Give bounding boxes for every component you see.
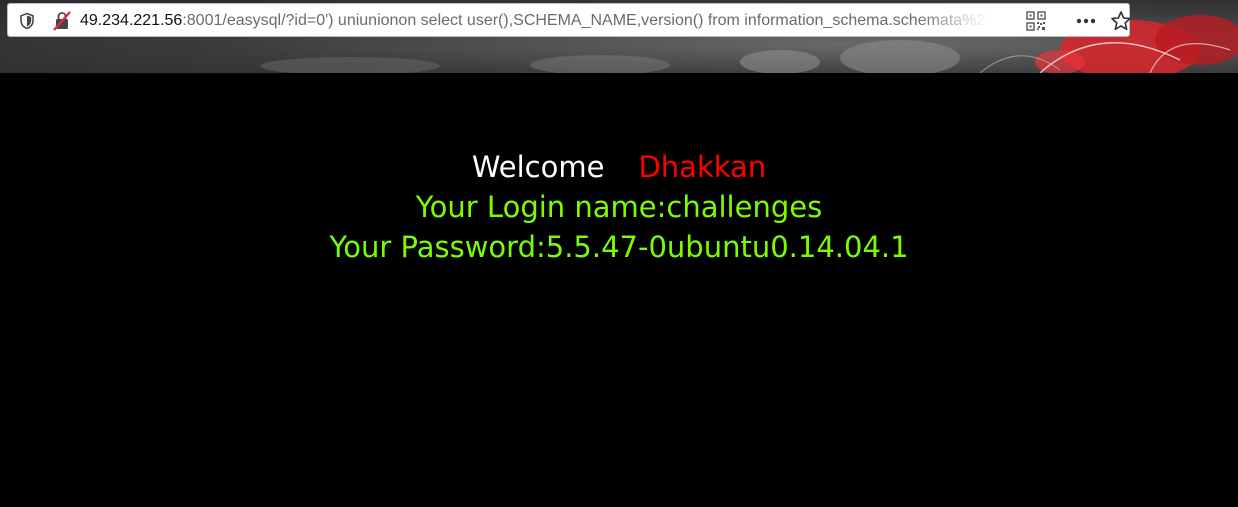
- url-path: :8001/easysql/?id=0') uniunionon select …: [182, 12, 990, 29]
- url-host: 49.234.221.56: [80, 12, 183, 29]
- welcome-username: Dhakkan: [638, 150, 767, 184]
- more-options-icon[interactable]: [1074, 11, 1098, 31]
- bookmark-star-icon[interactable]: [1110, 10, 1132, 32]
- welcome-line: Welcome Dhakkan: [0, 149, 1238, 185]
- url-text[interactable]: 49.234.221.56:8001/easysql/?id=0') uniun…: [80, 11, 990, 31]
- welcome-text: Welcome: [471, 150, 605, 184]
- qr-code-icon[interactable]: [1026, 11, 1046, 31]
- insecure-connection-icon[interactable]: [52, 11, 72, 31]
- page-content: Welcome Dhakkan Your Login name:challenge…: [0, 73, 1238, 507]
- browser-toolbar: 49.234.221.56:8001/easysql/?id=0') uniun…: [0, 0, 1238, 73]
- password-line: Your Password:5.5.47-0ubuntu0.14.04.1: [329, 230, 909, 264]
- login-name-line: Your Login name:challenges: [415, 190, 823, 224]
- shield-icon[interactable]: [18, 12, 36, 30]
- address-bar[interactable]: 49.234.221.56:8001/easysql/?id=0') uniun…: [7, 3, 1132, 37]
